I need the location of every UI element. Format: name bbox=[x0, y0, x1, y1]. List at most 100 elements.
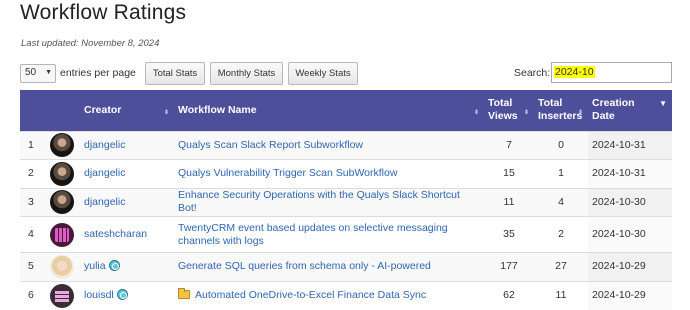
inserters-cell: 2 bbox=[534, 216, 588, 253]
views-header-line1: Total bbox=[488, 97, 513, 110]
table-row: 3 djangelic Enhance Security Operations … bbox=[20, 187, 672, 217]
date-header-line2: Date bbox=[592, 110, 615, 123]
avatar[interactable] bbox=[50, 190, 74, 215]
date-cell: 2024-10-31 bbox=[588, 130, 672, 160]
date-header-line1: Creation bbox=[592, 97, 635, 110]
inserters-cell: 4 bbox=[534, 187, 588, 217]
entries-per-page-value: 50 bbox=[25, 67, 37, 78]
inserters-cell: 0 bbox=[534, 130, 588, 160]
rank-cell: 5 bbox=[20, 252, 46, 281]
workflow-cell: Enhance Security Operations with the Qua… bbox=[174, 187, 484, 217]
avatar[interactable] bbox=[50, 222, 74, 247]
table-row: 2 djangelic Qualys Vulnerability Trigger… bbox=[20, 159, 672, 188]
table-controls: 50 ▼ entries per page Total Stats Monthl… bbox=[20, 62, 672, 85]
sort-icon: ⬍ bbox=[473, 110, 479, 116]
table-row: 4 sateshcharan TwentyCRM event based upd… bbox=[20, 216, 672, 253]
creator-cell: djangelic bbox=[80, 130, 174, 160]
workflow-ratings-table: Creator ⬍ Workflow Name ⬍ Total Views ⬍ Tota… bbox=[20, 90, 672, 310]
last-updated-text: Last updated: November 8, 2024 bbox=[21, 38, 160, 49]
table-header-row: Creator ⬍ Workflow Name ⬍ Total Views ⬍ Tota… bbox=[20, 90, 672, 131]
views-cell: 62 bbox=[484, 280, 534, 310]
creation-date-column-header[interactable]: Creation Date ▼ bbox=[588, 90, 672, 131]
creator-cell: djangelic bbox=[80, 187, 174, 217]
creator-link[interactable]: djangelic bbox=[84, 139, 125, 151]
search-label: Search: bbox=[514, 67, 551, 79]
rank-cell: 2 bbox=[20, 159, 46, 188]
workflow-link[interactable]: Enhance Security Operations with the Qua… bbox=[178, 189, 460, 214]
avatar-cell bbox=[46, 216, 80, 253]
date-cell: 2024-10-29 bbox=[588, 252, 672, 281]
workflow-cell: Qualys Scan Slack Report Subworkflow bbox=[174, 130, 484, 160]
creator-link[interactable]: djangelic bbox=[84, 196, 125, 208]
page-title: Workflow Ratings bbox=[20, 1, 187, 24]
workflow-link[interactable]: TwentyCRM event based updates on selecti… bbox=[178, 222, 448, 247]
creator-link[interactable]: djangelic bbox=[84, 167, 125, 179]
workflow-cell: Generate SQL queries from schema only - … bbox=[174, 252, 484, 281]
creator-column-header[interactable]: Creator ⬍ bbox=[80, 90, 174, 131]
avatar[interactable] bbox=[50, 283, 74, 308]
creator-link[interactable]: louisdl bbox=[84, 289, 114, 301]
rank-column-header[interactable] bbox=[20, 90, 46, 131]
verified-badge-icon bbox=[116, 289, 128, 300]
avatar[interactable] bbox=[50, 254, 74, 279]
monthly-stats-button[interactable]: Monthly Stats bbox=[210, 62, 283, 85]
workflow-cell: Automated OneDrive-to-Excel Finance Data… bbox=[174, 280, 484, 310]
views-header-line2: Views bbox=[488, 110, 518, 123]
views-cell: 177 bbox=[484, 252, 534, 281]
search-highlighted-value: 2024-10 bbox=[554, 66, 595, 78]
workflow-link[interactable]: Qualys Vulnerability Trigger Scan SubWor… bbox=[178, 167, 397, 179]
total-stats-button[interactable]: Total Stats bbox=[145, 62, 205, 85]
inserters-cell: 27 bbox=[534, 252, 588, 281]
entries-per-page-select[interactable]: 50 ▼ bbox=[20, 64, 56, 83]
workflow-cell: TwentyCRM event based updates on selecti… bbox=[174, 216, 484, 253]
chevron-down-icon: ▼ bbox=[45, 69, 52, 76]
views-cell: 15 bbox=[484, 159, 534, 188]
views-cell: 11 bbox=[484, 187, 534, 217]
avatar-cell bbox=[46, 187, 80, 217]
sort-descending-icon: ▼ bbox=[659, 99, 667, 108]
views-cell: 7 bbox=[484, 130, 534, 160]
date-cell: 2024-10-31 bbox=[588, 159, 672, 188]
rank-cell: 3 bbox=[20, 187, 46, 217]
table-row: 6 louisdl Automated OneDrive-to-Excel Fi… bbox=[20, 280, 672, 310]
avatar-column-header bbox=[46, 90, 80, 131]
total-inserters-column-header[interactable]: Total Inserters ⬍ bbox=[534, 90, 588, 131]
sort-icon: ⬍ bbox=[523, 110, 529, 116]
workflow-link[interactable]: Qualys Scan Slack Report Subworkflow bbox=[178, 139, 363, 151]
avatar[interactable] bbox=[50, 133, 74, 158]
views-cell: 35 bbox=[484, 216, 534, 253]
verified-badge-icon bbox=[108, 260, 120, 272]
sort-icon: ⬍ bbox=[577, 110, 583, 116]
creator-cell: djangelic bbox=[80, 159, 174, 188]
inserters-cell: 11 bbox=[534, 280, 588, 310]
sort-icon: ⬍ bbox=[163, 110, 169, 116]
creator-header-label: Creator bbox=[84, 103, 122, 116]
entries-per-page-label: entries per page bbox=[60, 67, 136, 79]
creator-link[interactable]: yulia bbox=[84, 260, 106, 272]
weekly-stats-button[interactable]: Weekly Stats bbox=[288, 62, 358, 85]
inserters-header-line2: Inserters bbox=[538, 110, 583, 123]
avatar-cell bbox=[46, 280, 80, 310]
total-views-column-header[interactable]: Total Views ⬍ bbox=[484, 90, 534, 131]
creator-cell: yulia bbox=[80, 252, 174, 281]
search-input[interactable]: 2024-10 bbox=[551, 62, 672, 83]
inserters-header-line1: Total bbox=[538, 97, 563, 110]
creator-link[interactable]: sateshcharan bbox=[84, 228, 147, 240]
avatar[interactable] bbox=[50, 161, 74, 186]
date-cell: 2024-10-30 bbox=[588, 216, 672, 253]
folder-icon bbox=[178, 288, 190, 299]
workflow-header-label: Workflow Name bbox=[178, 103, 257, 116]
workflow-link[interactable]: Generate SQL queries from schema only - … bbox=[178, 260, 431, 272]
workflow-link[interactable]: Automated OneDrive-to-Excel Finance Data… bbox=[195, 289, 426, 301]
avatar-cell bbox=[46, 130, 80, 160]
table-row: 5 yulia Generate SQL queries from schema… bbox=[20, 252, 672, 281]
workflow-name-column-header[interactable]: Workflow Name ⬍ bbox=[174, 90, 484, 131]
rank-cell: 1 bbox=[20, 130, 46, 160]
avatar-cell bbox=[46, 159, 80, 188]
date-cell: 2024-10-29 bbox=[588, 280, 672, 310]
inserters-cell: 1 bbox=[534, 159, 588, 188]
date-cell: 2024-10-30 bbox=[588, 187, 672, 217]
workflow-cell: Qualys Vulnerability Trigger Scan SubWor… bbox=[174, 159, 484, 188]
creator-cell: sateshcharan bbox=[80, 216, 174, 253]
table-row: 1 djangelic Qualys Scan Slack Report Sub… bbox=[20, 130, 672, 160]
